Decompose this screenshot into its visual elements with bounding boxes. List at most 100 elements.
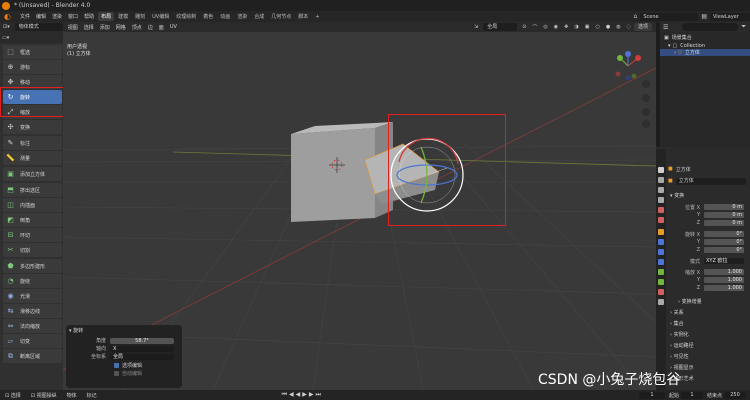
world-tab-icon[interactable]	[658, 217, 664, 223]
object-name-field[interactable]: 立方体	[675, 177, 746, 185]
tool-transform[interactable]: ✣ 变换	[3, 120, 62, 134]
tool-shrink-fatten[interactable]: ⇔ 法向缩放	[3, 319, 62, 333]
axis-select[interactable]: X	[110, 345, 174, 352]
option2-checkbox[interactable]	[114, 371, 119, 376]
shading-render-icon[interactable]: ◌	[624, 24, 634, 30]
location-x-field[interactable]: 0 m	[704, 204, 744, 210]
menu-edge[interactable]: 边	[145, 24, 156, 31]
scene-selector[interactable]: Scene	[640, 12, 699, 21]
tab-rendering[interactable]: 渲染	[234, 12, 250, 21]
object-tab-icon[interactable]	[658, 229, 664, 235]
outliner-type-icon[interactable]: ☰	[663, 24, 668, 31]
output-tab-icon[interactable]	[658, 187, 664, 193]
tool-poly-build[interactable]: ⬟ 多边形建形	[3, 259, 62, 273]
menu-help[interactable]: 帮助	[81, 13, 97, 20]
playback-controls[interactable]: ⏮◀◀▶▶⏭	[282, 391, 323, 399]
texture-tab-icon[interactable]	[658, 299, 664, 305]
instancing-section[interactable]: › 实例化	[670, 331, 689, 338]
view-navigation-buttons[interactable]	[642, 80, 650, 128]
menu-select[interactable]: 选择	[81, 24, 97, 31]
view-layer-selector[interactable]: ViewLayer	[710, 12, 750, 21]
tab-modeling[interactable]: 建模	[115, 12, 131, 21]
tool-tab-icon[interactable]	[658, 167, 664, 173]
render-tab-icon[interactable]	[658, 177, 664, 183]
tab-uv-editing[interactable]: UV编辑	[149, 12, 172, 21]
add-workspace-icon[interactable]: +	[312, 13, 322, 21]
menu-render[interactable]: 渲染	[49, 13, 65, 20]
scale-y-field[interactable]: 1.000	[704, 277, 744, 283]
tool-measure[interactable]: 📏 测量	[3, 151, 62, 165]
menu-face[interactable]: 面	[156, 24, 167, 31]
orientation-select[interactable]: 全局	[110, 353, 174, 360]
editor-type-icon[interactable]: ⊡▾	[0, 24, 13, 30]
menu-window[interactable]: 窗口	[65, 13, 81, 20]
tab-animation[interactable]: 动画	[217, 12, 233, 21]
material-tab-icon[interactable]	[658, 289, 664, 295]
scale-z-field[interactable]: 1.000	[704, 285, 744, 291]
tool-edge-slide[interactable]: ⇆ 滑移边线	[3, 304, 62, 318]
operator-title[interactable]: ▾ 旋转	[69, 327, 179, 334]
transform-orientation-icon[interactable]: ⇲	[471, 24, 481, 30]
menu-mesh[interactable]: 网格	[113, 24, 129, 31]
pivot-icon[interactable]: ⊙	[519, 24, 529, 30]
delta-transform-section[interactable]: › 变换增量	[678, 298, 702, 305]
tool-cursor[interactable]: ⊕ 游标	[3, 60, 62, 74]
outliner-search-input[interactable]	[682, 23, 739, 31]
motion-paths-section[interactable]: › 运动路径	[670, 342, 694, 349]
particles-tab-icon[interactable]	[658, 249, 664, 255]
orientation-selector[interactable]: 全局	[483, 23, 518, 31]
outliner-collection[interactable]: ▾ ▢ Collection	[660, 42, 750, 49]
data-tab-icon[interactable]	[658, 279, 664, 285]
tool-smooth[interactable]: ◉ 光滑	[3, 289, 62, 303]
tool-inset[interactable]: ◫ 内插面	[3, 198, 62, 212]
angle-field[interactable]: 58.7°	[110, 337, 174, 344]
rotation-x-field[interactable]: 0°	[704, 231, 744, 237]
outliner-scene-collection[interactable]: ▣ 场景集合	[660, 34, 750, 42]
tool-rip-region[interactable]: ⧉ 断离区域	[3, 349, 62, 363]
menu-uv[interactable]: UV	[167, 24, 180, 30]
blender-menu-icon[interactable]: ◐	[4, 12, 13, 21]
mode-selector[interactable]: 物体模式	[14, 23, 63, 31]
xray-icon[interactable]: ▣	[582, 24, 593, 30]
proportional-edit-icon[interactable]: ◎	[540, 24, 550, 30]
options-button[interactable]: 选项	[633, 23, 652, 31]
rotation-y-field[interactable]: 0°	[704, 239, 744, 245]
tool-annotate[interactable]: ✎ 标注	[3, 136, 62, 150]
view-layer-tab-icon[interactable]	[658, 197, 664, 203]
rotation-mode-select[interactable]: XYZ 欧拉	[704, 258, 744, 264]
select-mode-icon[interactable]: ▭▾	[2, 35, 9, 41]
collections-section[interactable]: › 集合	[670, 320, 684, 327]
tool-loop-cut[interactable]: ⊟ 环切	[3, 228, 62, 242]
tab-compositing[interactable]: 合成	[251, 12, 267, 21]
gizmo-icon[interactable]: ✥	[561, 24, 571, 30]
tab-geometry-nodes[interactable]: 几何节点	[268, 12, 294, 21]
relations-section[interactable]: › 关系	[670, 309, 684, 316]
outliner-object-row[interactable]: › ▽ 立方体	[660, 49, 750, 56]
tool-shear[interactable]: ▱ 切变	[3, 334, 62, 348]
constraints-tab-icon[interactable]	[658, 269, 664, 275]
tab-texture-paint[interactable]: 纹理绘制	[173, 12, 199, 21]
tab-shading[interactable]: 着色	[200, 12, 216, 21]
scale-x-field[interactable]: 1.000	[704, 269, 744, 275]
filter-icon[interactable]: ⏷	[741, 23, 746, 31]
snap-icon[interactable]: ⌒	[529, 24, 540, 31]
tab-scripting[interactable]: 脚本	[295, 12, 311, 21]
tool-bevel[interactable]: ◩ 倒角	[3, 213, 62, 227]
tab-layout[interactable]: 布局	[98, 12, 115, 21]
menu-view[interactable]: 视图	[65, 24, 81, 31]
frame-end-field[interactable]: 250	[724, 391, 746, 399]
frame-start-field[interactable]: 1	[680, 391, 703, 399]
location-z-field[interactable]: 0 m	[704, 220, 744, 226]
rotation-z-field[interactable]: 0°	[704, 247, 744, 253]
option1-checkbox[interactable]	[114, 363, 119, 368]
tab-sculpting[interactable]: 雕刻	[132, 12, 148, 21]
location-y-field[interactable]: 0 m	[704, 212, 744, 218]
current-frame-field[interactable]: 1	[638, 391, 665, 399]
shading-material-icon[interactable]: ◍	[613, 24, 623, 30]
menu-file[interactable]: 文件	[17, 13, 33, 20]
tool-knife[interactable]: ✂ 切割	[3, 243, 62, 257]
shading-wire-icon[interactable]: ○	[592, 24, 602, 30]
visibility-icon[interactable]: ◉	[551, 24, 561, 30]
tool-add-cube[interactable]: ▣ 添加立方体	[3, 167, 62, 181]
physics-tab-icon[interactable]	[658, 259, 664, 265]
